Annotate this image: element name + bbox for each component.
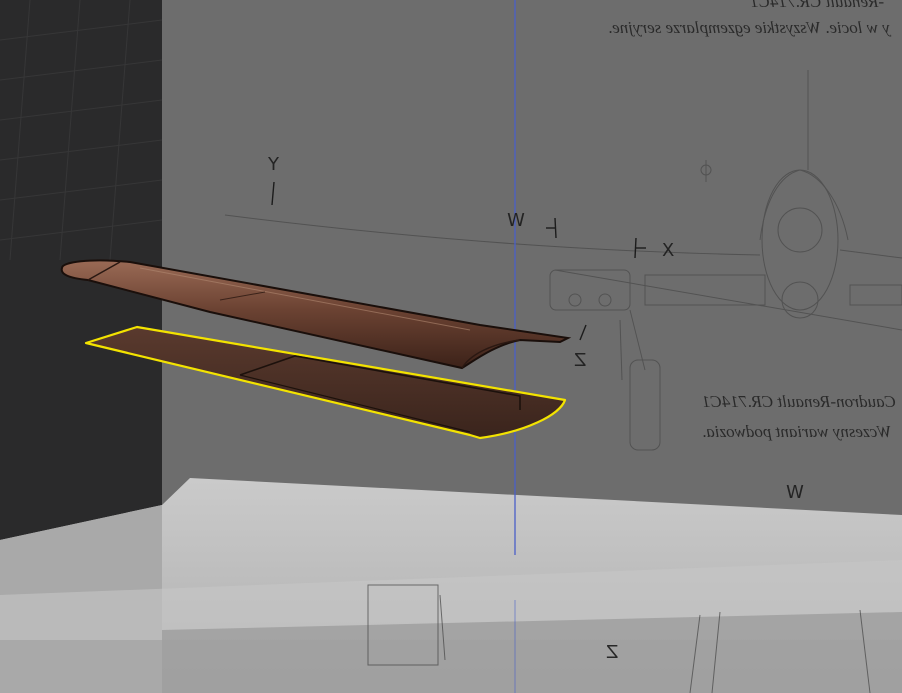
axis-label-z-lower: Z xyxy=(606,642,619,663)
axis-label-x: X xyxy=(662,240,675,261)
floor-grid xyxy=(0,0,163,261)
viewport-scene[interactable] xyxy=(0,0,902,693)
reference-text-top-1: -Renault CR.714C1 xyxy=(750,0,885,11)
3d-viewport[interactable]: -Renault CR.714C1 y w locie. Wszystkie e… xyxy=(0,0,902,693)
reference-text-mid-2: Wczesny wariant podwozia. xyxy=(702,422,892,441)
axis-label-w-lower: W xyxy=(786,482,804,503)
reference-text-top-2: y w locie. Wszystkie egzemplarze seryjne… xyxy=(608,18,890,37)
ground-plane xyxy=(0,478,902,693)
axis-label-y: Y xyxy=(268,154,279,175)
axis-label-w-upper: W xyxy=(507,210,525,231)
reference-text-mid-1: Caudron-Renault CR.714C1 xyxy=(702,392,896,411)
axis-label-z-upper: Z xyxy=(574,350,587,371)
